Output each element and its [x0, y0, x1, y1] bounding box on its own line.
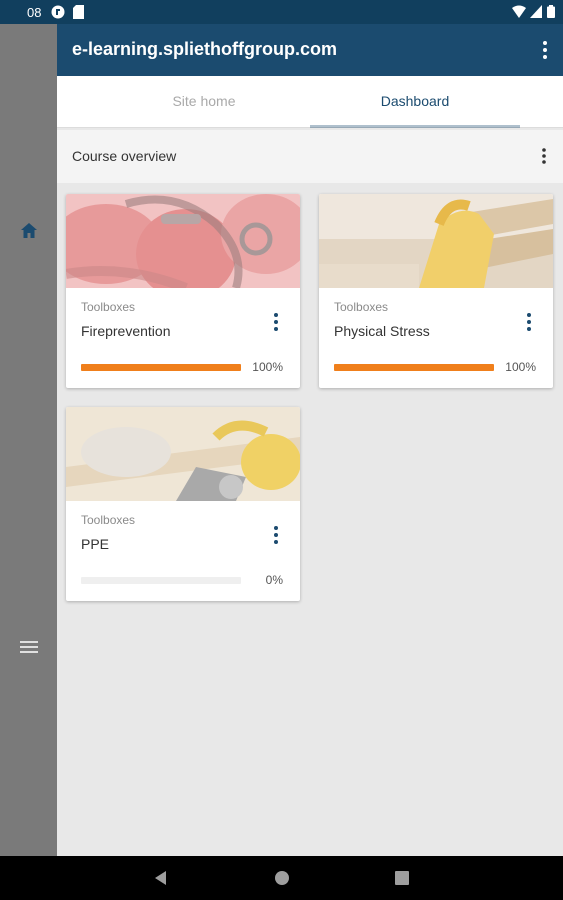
progress-bar — [81, 577, 241, 584]
wifi-icon — [512, 5, 526, 18]
status-bar: 08 — [0, 0, 563, 24]
tab-active-indicator — [310, 125, 520, 128]
work-glove-lumber-image — [319, 194, 553, 288]
progress-bar — [334, 364, 494, 371]
battery-icon — [547, 5, 555, 18]
hamburger-menu-icon[interactable] — [18, 636, 40, 658]
signal-icon — [530, 5, 542, 18]
tab-site-home[interactable]: Site home — [99, 76, 309, 128]
course-overview-header: Course overview — [57, 130, 563, 183]
course-category: Toolboxes — [81, 300, 136, 314]
status-time: 08 — [27, 5, 42, 20]
course-category: Toolboxes — [334, 300, 389, 314]
progress-label: 100% — [252, 360, 283, 374]
progress-label: 0% — [265, 573, 283, 587]
progress-bar — [81, 364, 241, 371]
course-menu-icon[interactable] — [523, 311, 535, 333]
recents-icon[interactable] — [392, 868, 412, 888]
course-category: Toolboxes — [81, 513, 136, 527]
course-menu-icon[interactable] — [270, 311, 282, 333]
app-bar: e-learning.spliethoffgroup.com — [57, 24, 563, 76]
home-icon[interactable] — [18, 220, 40, 242]
safety-gear-image — [66, 407, 300, 501]
course-name[interactable]: Fireprevention — [81, 323, 171, 339]
course-list: Toolboxes Fireprevention 100% Toolboxes — [57, 183, 563, 856]
course-card-ppe[interactable]: Toolboxes PPE 0% — [66, 407, 300, 601]
tab-bar: Site home Dashboard — [57, 76, 563, 128]
course-overview-menu-icon[interactable] — [540, 146, 548, 166]
system-nav-bar — [0, 856, 563, 900]
progress-label: 100% — [505, 360, 536, 374]
progress-fill — [334, 364, 494, 371]
course-name[interactable]: Physical Stress — [334, 323, 430, 339]
course-overview-title: Course overview — [72, 148, 177, 164]
sd-card-icon — [73, 5, 84, 19]
course-menu-icon[interactable] — [270, 524, 282, 546]
course-card-physical-stress[interactable]: Toolboxes Physical Stress 100% — [319, 194, 553, 388]
app-title: e-learning.spliethoffgroup.com — [72, 39, 338, 59]
course-name[interactable]: PPE — [81, 536, 109, 552]
side-rail — [0, 24, 57, 856]
tab-dashboard[interactable]: Dashboard — [310, 76, 520, 128]
fire-extinguisher-image — [66, 194, 300, 288]
back-icon[interactable] — [151, 868, 171, 888]
overflow-menu-icon[interactable] — [539, 38, 551, 62]
sync-icon — [51, 5, 65, 19]
course-card-fireprevention[interactable]: Toolboxes Fireprevention 100% — [66, 194, 300, 388]
home-circle-icon[interactable] — [272, 868, 292, 888]
progress-fill — [81, 364, 241, 371]
